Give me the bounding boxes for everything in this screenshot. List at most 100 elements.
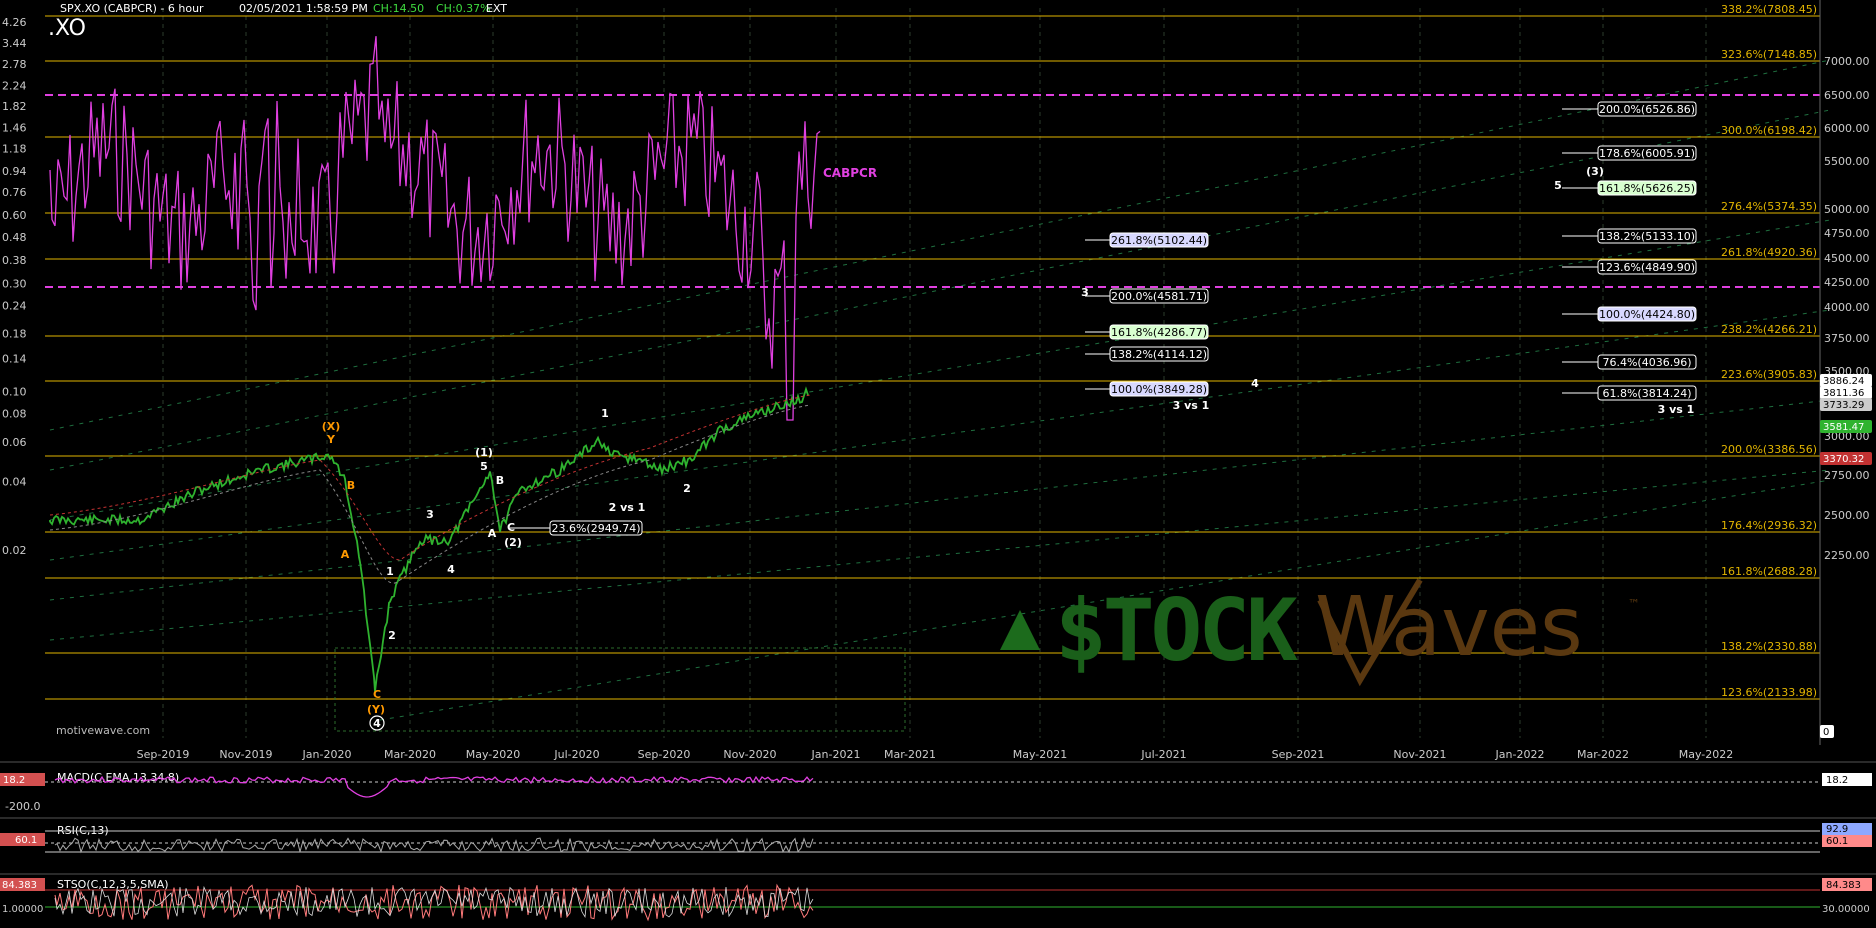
chart-change-pct: CH:0.37% — [436, 2, 491, 15]
wave-label: 4 — [447, 563, 455, 576]
right-axis-tick: 4500.00 — [1824, 252, 1870, 265]
stoch-label: STSO(C,12,3,5,SMA) — [57, 878, 169, 891]
x-tick-label: May-2020 — [466, 748, 521, 761]
channel-line — [49, 109, 1831, 471]
projection-label: 261.8%(5102.44) — [1111, 234, 1207, 247]
wave-label: A — [341, 548, 350, 561]
x-tick-label: Sep-2019 — [137, 748, 190, 761]
channel-line — [49, 219, 1831, 521]
fib-level-label: 261.8%(4920.36) — [1721, 246, 1817, 259]
chart-session: EXT — [486, 2, 508, 15]
x-tick-label: May-2022 — [1679, 748, 1734, 761]
left-axis-tick: 0.18 — [2, 328, 27, 341]
right-axis-tick: 7000.00 — [1824, 55, 1870, 68]
x-tick-label: Jan-2020 — [302, 748, 352, 761]
watermark: motivewave.com — [56, 724, 151, 737]
projection-label: 100.0%(4424.80) — [1599, 308, 1695, 321]
fib-level-label: 338.2%(7808.45) — [1721, 3, 1817, 16]
projection-label: 76.4%(4036.96) — [1602, 356, 1691, 369]
wave-label: 3 vs 1 — [1173, 399, 1210, 412]
rsi-right-value-1: 92.9 — [1826, 824, 1848, 835]
channel-line — [49, 399, 1831, 601]
price-line — [49, 386, 809, 692]
x-tick-label: Sep-2020 — [638, 748, 691, 761]
wave-label: 3 — [1081, 286, 1089, 299]
left-axis-tick: 0.06 — [2, 436, 27, 449]
logo-text-left: $TOCK — [1055, 581, 1298, 681]
projection-label: 138.2%(4114.12) — [1111, 348, 1207, 361]
retrace-label: 23.6%(2949.74) — [551, 522, 640, 535]
right-axis-tick: 4000.00 — [1824, 301, 1870, 314]
projection-label: 178.6%(6005.91) — [1599, 147, 1695, 160]
wave-label: 2 vs 1 — [609, 501, 646, 514]
projection-label: 61.8%(3814.24) — [1602, 387, 1691, 400]
fib-level-label: 161.8%(2688.28) — [1721, 565, 1817, 578]
price-badge-text: 3811.36 — [1823, 388, 1864, 399]
wave-label: (2) — [504, 536, 522, 549]
wave-label: (Y) — [367, 703, 385, 716]
left-axis-tick: 2.78 — [2, 58, 27, 71]
wave-label: 1 — [386, 565, 394, 578]
x-tick-label: Jul-2020 — [553, 748, 599, 761]
right-axis-tick: 3750.00 — [1824, 332, 1870, 345]
x-tick-label: Nov-2021 — [1393, 748, 1446, 761]
fib-level-label: 200.0%(3386.56) — [1721, 443, 1817, 456]
fib-level-label: 223.6%(3905.83) — [1721, 368, 1817, 381]
stoch-left-tick: 1.00000 — [2, 904, 43, 915]
right-axis-tick: 6500.00 — [1824, 89, 1870, 102]
projection-label: 123.6%(4849.90) — [1599, 261, 1695, 274]
chart-change: CH:14.50 — [373, 2, 425, 15]
wave-label: 2 — [388, 629, 396, 642]
zone-box — [334, 647, 906, 732]
left-axis-tick: 0.38 — [2, 254, 27, 267]
x-tick-label: Jan-2022 — [1495, 748, 1545, 761]
stoch-right-value: 84.383 — [1826, 880, 1861, 891]
right-axis-tick: 4250.00 — [1824, 276, 1870, 289]
price-badge-text: 3733.29 — [1823, 400, 1864, 411]
wave-label: Y — [326, 433, 336, 446]
left-axis-tick: 0.48 — [2, 231, 27, 244]
symbol-label: .XO — [48, 16, 86, 41]
right-axis-tick: 2250.00 — [1824, 549, 1870, 562]
right-axis-tick: 4750.00 — [1824, 227, 1870, 240]
left-axis-tick: 0.08 — [2, 407, 27, 420]
chart-title: SPX.XO (CABPCR) - 6 hour — [60, 2, 204, 15]
right-axis-tick: 2750.00 — [1824, 469, 1870, 482]
wave-label: 4 — [1251, 377, 1259, 390]
chart-area[interactable]: Sep-2019 Nov-2019 Jan-2020 Mar-2020 May-2020… — [0, 0, 1876, 924]
wave-label: B — [347, 479, 355, 492]
rsi-line — [54, 837, 814, 854]
left-axis-tick: 0.94 — [2, 165, 27, 178]
fib-level-label: 276.4%(5374.35) — [1721, 200, 1817, 213]
wave-label: C — [507, 521, 515, 534]
rsi-right-value-2: 60.1 — [1826, 836, 1848, 847]
projection-label: 161.8%(4286.77) — [1111, 326, 1207, 339]
fib-level-label: 123.6%(2133.98) — [1721, 686, 1817, 699]
left-axis-tick: 0.24 — [2, 299, 27, 312]
right-axis-tick: 5000.00 — [1824, 203, 1870, 216]
projection-label: 138.2%(5133.10) — [1599, 230, 1695, 243]
x-tick-label: Nov-2019 — [219, 748, 272, 761]
wave-label: 1 — [601, 407, 609, 420]
left-axis-tick: 0.76 — [2, 186, 27, 199]
chart-svg[interactable]: Sep-2019 Nov-2019 Jan-2020 Mar-2020 May-2020… — [0, 0, 1876, 924]
moving-average-line — [49, 404, 811, 584]
chart-datetime: 02/05/2021 1:58:59 PM — [239, 2, 368, 15]
wave-label: A — [488, 527, 497, 540]
left-axis-tick: 0.60 — [2, 209, 27, 222]
x-tick-label: Jan-2021 — [811, 748, 861, 761]
wave-label: 3 vs 1 — [1658, 403, 1695, 416]
price-badge-text: 3886.24 — [1823, 376, 1864, 387]
x-tick-label: Nov-2020 — [723, 748, 776, 761]
rsi-left-value: 60.1 — [15, 835, 37, 846]
left-axis-tick: 1.18 — [2, 142, 27, 155]
left-axis-tick: 2.24 — [2, 79, 27, 92]
right-axis-tick: 5500.00 — [1824, 155, 1870, 168]
wave-label: (3) — [1586, 165, 1604, 178]
projection-label: 200.0%(6526.86) — [1599, 103, 1695, 116]
price-badge-text: 0 — [1823, 727, 1829, 738]
fib-level-label: 323.6%(7148.85) — [1721, 48, 1817, 61]
left-axis-tick: 3.44 — [2, 37, 27, 50]
x-tick-label: Mar-2021 — [884, 748, 936, 761]
wave-label: 2 — [683, 482, 691, 495]
